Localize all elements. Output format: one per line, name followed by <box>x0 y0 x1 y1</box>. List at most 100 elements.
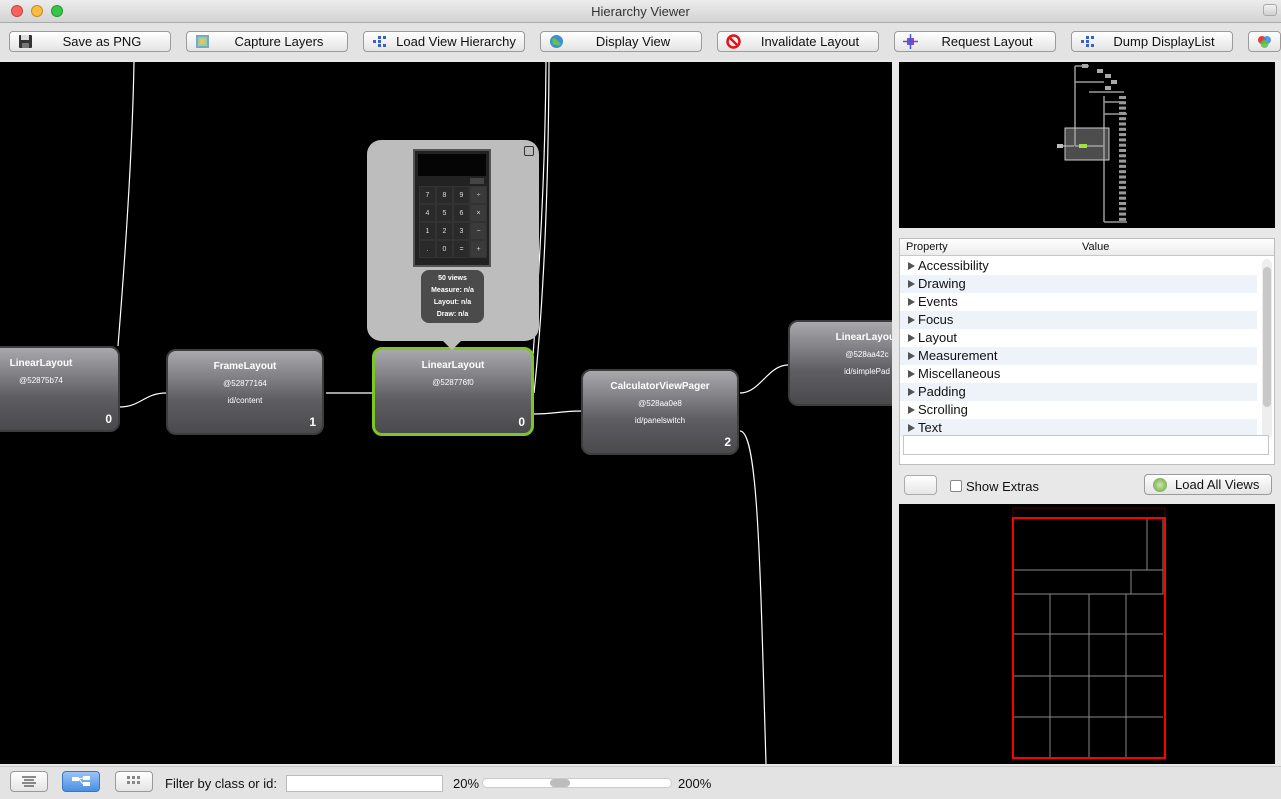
properties-scroll-thumb[interactable] <box>1263 267 1271 407</box>
property-category-row[interactable]: Scrolling <box>900 401 1257 419</box>
node-hash: @528776f0 <box>432 378 474 387</box>
minimap-node <box>1119 186 1126 190</box>
zoom-slider-thumb[interactable] <box>550 779 570 787</box>
edge-line <box>739 364 789 394</box>
display-view-button[interactable]: Display View <box>540 31 702 52</box>
preview-key: 2 <box>436 222 453 240</box>
node-index: 0 <box>105 412 112 426</box>
properties-scrollbar[interactable] <box>1262 259 1272 439</box>
node-class-name: FrameLayout <box>213 361 277 372</box>
property-category-row[interactable]: Events <box>900 293 1257 311</box>
show-extras-checkbox[interactable] <box>950 480 962 492</box>
property-category-row[interactable]: Focus <box>900 311 1257 329</box>
request-layout-button[interactable]: Request Layout <box>894 31 1056 52</box>
node-class-name: LinearLayout <box>421 360 485 371</box>
globe-icon <box>550 35 563 48</box>
expand-triangle-icon[interactable] <box>908 406 915 414</box>
property-value-editor[interactable] <box>903 435 1269 455</box>
tree-overview[interactable] <box>899 62 1275 228</box>
pin-popup-button[interactable] <box>524 146 534 156</box>
expand-triangle-icon[interactable] <box>908 280 915 288</box>
tree-view-mode-button[interactable] <box>10 771 48 792</box>
tree-node-calculatorviewpager[interactable]: CalculatorViewPager @528aa0e8 id/panelsw… <box>581 369 739 455</box>
window-title: Hierarchy Viewer <box>591 4 690 19</box>
layout-time: Layout: n/a <box>433 299 472 306</box>
layout-wireframe <box>1012 507 1166 759</box>
filter-label: Filter by class or id: <box>165 776 277 791</box>
tree-node-linearlayout-simplepad[interactable]: LinearLayout @528aa42c id/simplePad <box>788 320 892 406</box>
tree-node-framelayout[interactable]: FrameLayout @52877164 id/content 1 <box>166 349 324 435</box>
node-hash: @528aa42c <box>845 350 889 359</box>
overflow-toolbar-button[interactable] <box>1248 31 1281 52</box>
minimap-node <box>1119 143 1126 147</box>
view-stats: 50 views Measure: n/a Layout: n/a Draw: … <box>421 270 484 323</box>
expand-triangle-icon[interactable] <box>908 262 915 270</box>
toolbar: Save as PNG Capture Layers Load View Hie… <box>0 23 1281 60</box>
expand-triangle-icon[interactable] <box>908 388 915 396</box>
refresh-properties-button[interactable] <box>904 475 937 495</box>
expand-triangle-icon[interactable] <box>908 424 915 432</box>
show-extras-label: Show Extras <box>966 479 1039 494</box>
minimap-node <box>1119 111 1126 115</box>
edge-line <box>117 62 135 347</box>
capture-layers-button[interactable]: Capture Layers <box>186 31 348 52</box>
node-index: 2 <box>724 435 731 449</box>
value-column-header[interactable]: Value <box>1082 241 1109 253</box>
load-all-views-button[interactable]: Load All Views <box>1144 474 1272 495</box>
save-as-png-label: Save as PNG <box>62 34 142 49</box>
property-category-label: Measurement <box>918 348 998 363</box>
minimap-node <box>1119 170 1126 174</box>
toolbar-toggle-button[interactable] <box>1263 4 1277 16</box>
expand-triangle-icon[interactable] <box>908 316 915 324</box>
filter-input[interactable] <box>286 775 443 792</box>
tree-node-linearlayout-selected[interactable]: LinearLayout @528776f0 0 <box>372 347 534 436</box>
load-view-hierarchy-button[interactable]: Load View Hierarchy <box>363 31 525 52</box>
zoom-slider[interactable] <box>482 778 672 788</box>
property-category-label: Layout <box>918 330 958 345</box>
grid-icon <box>127 776 140 784</box>
preview-key: 1 <box>419 222 436 240</box>
popup-pointer <box>443 341 461 350</box>
pixel-grid-mode-button[interactable] <box>115 771 153 792</box>
zoom-min-label: 20% <box>453 776 480 791</box>
preview-key: 6 <box>453 204 470 222</box>
measure-time: Measure: n/a <box>431 287 474 294</box>
list-lines-icon <box>22 776 36 787</box>
display-view-label: Display View <box>595 34 671 49</box>
node-hash: @52877164 <box>223 379 267 388</box>
minimap-node <box>1119 159 1126 163</box>
preview-key: − <box>470 222 487 240</box>
property-category-row[interactable]: Padding <box>900 383 1257 401</box>
layout-view[interactable] <box>899 504 1275 764</box>
node-index: 1 <box>309 415 316 429</box>
edge-line <box>533 410 582 415</box>
preview-delete-key <box>470 178 484 184</box>
property-category-row[interactable]: Drawing <box>900 275 1257 293</box>
zoom-max-label: 200% <box>678 776 712 791</box>
graph-view-mode-button[interactable] <box>62 771 100 792</box>
load-all-views-label: Load All Views <box>1175 477 1260 492</box>
minimap-node <box>1119 207 1126 211</box>
tree-node-linearlayout[interactable]: LinearLayout @52875b74 0 <box>0 346 120 432</box>
save-as-png-button[interactable]: Save as PNG <box>9 31 171 52</box>
expand-triangle-icon[interactable] <box>908 352 915 360</box>
expand-triangle-icon[interactable] <box>908 298 915 306</box>
invalidate-layout-button[interactable]: Invalidate Layout <box>717 31 879 52</box>
capture-layers-label: Capture Layers <box>234 34 324 49</box>
property-category-row[interactable]: Measurement <box>900 347 1257 365</box>
property-column-header[interactable]: Property <box>906 241 948 253</box>
node-class-name: LinearLayout <box>9 358 73 369</box>
preview-key: 3 <box>453 222 470 240</box>
property-category-row[interactable]: Miscellaneous <box>900 365 1257 383</box>
expand-triangle-icon[interactable] <box>908 334 915 342</box>
property-category-row[interactable]: Layout <box>900 329 1257 347</box>
property-category-row[interactable]: Accessibility <box>900 257 1257 275</box>
expand-triangle-icon[interactable] <box>908 370 915 378</box>
minimap-node <box>1119 117 1126 121</box>
invalidate-layout-label: Invalidate Layout <box>760 34 860 49</box>
dump-displaylist-button[interactable]: Dump DisplayList <box>1071 31 1233 52</box>
preview-key: 4 <box>419 204 436 222</box>
minimap-node <box>1119 202 1126 205</box>
tree-view-canvas[interactable]: LinearLayout @52875b74 0 FrameLayout @52… <box>0 62 892 764</box>
load-view-hierarchy-label: Load View Hierarchy <box>396 34 516 49</box>
